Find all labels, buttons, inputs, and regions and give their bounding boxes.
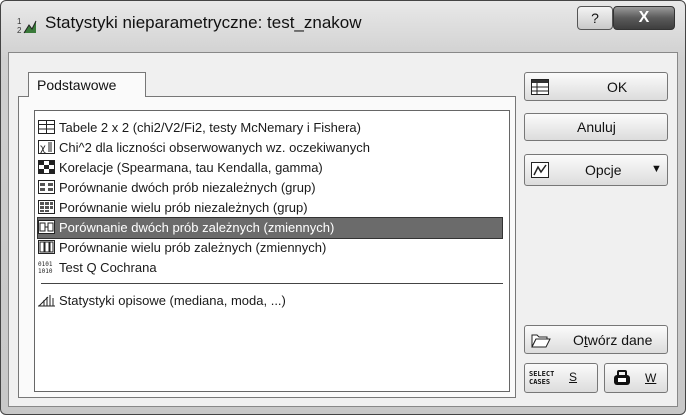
cancel-label: Anuluj [577,119,616,135]
select-cases-icon: SELECT CASES [529,370,555,386]
list-item[interactable]: Korelacje (Spearmana, tau Kendalla, gamm… [38,158,502,178]
weight-icon [614,370,630,385]
ok-label: OK [607,79,628,95]
list-separator [41,283,503,284]
svg-text:2: 2 [17,26,22,35]
svg-text:1010: 1010 [38,268,53,274]
weights-label: W [645,371,657,385]
open-data-button[interactable]: Otwórz dane [524,325,668,354]
tab-podstawowe[interactable]: Podstawowe [28,72,146,97]
cochran-q-icon: 01011010 [38,261,53,274]
close-button[interactable]: X [613,6,675,30]
open-data-label: Otwórz dane [573,332,653,348]
two-independent-samples-icon [38,180,55,194]
select-cases-button[interactable]: SELECT CASES S [524,363,598,393]
table-2x2-icon [38,120,55,134]
list-item-label: Korelacje (Spearmana, tau Kendalla, gamm… [59,160,323,175]
svg-text:1: 1 [17,17,22,26]
folder-open-icon [531,334,551,348]
list-item[interactable]: χ Chi^2 dla liczności obserwowanych wz. o… [38,138,502,158]
list-item-label: Chi^2 dla liczności obserwowanych wz. oc… [59,140,371,155]
help-button[interactable]: ? [577,6,613,30]
chi-square-icon: χ [38,140,55,154]
weights-button[interactable]: W [604,363,668,393]
list-item[interactable]: Porównanie wielu prób zależnych (zmienny… [38,238,502,258]
chevron-down-icon: ▼ [651,163,662,175]
two-dependent-samples-icon [38,220,55,234]
list-item[interactable]: Statystyki opisowe (mediana, moda, ...) [38,291,502,311]
options-button[interactable]: Opcje ▼ [524,154,668,186]
window-title: Statystyki nieparametryczne: test_znakow [45,13,362,32]
ok-button[interactable]: OK [524,72,668,101]
list-item-label: Porównanie wielu prób zależnych (zmienny… [59,240,327,255]
list-item-label: Porównanie wielu prób niezależnych (grup… [59,200,308,215]
svg-text:0101: 0101 [38,261,53,268]
spreadsheet-icon [531,79,549,95]
list-item-label: Test Q Cochrana [59,260,157,275]
list-item-selected[interactable]: Porównanie dwóch prób zależnych (zmienny… [37,217,503,239]
descriptive-stats-icon [38,295,55,307]
list-item[interactable]: 0101 1010 Test Q Cochrana [38,258,502,278]
list-item[interactable]: Tabele 2 x 2 (chi2/V2/Fi2, testy McNemar… [38,118,502,138]
analysis-list[interactable]: Tabele 2 x 2 (chi2/V2/Fi2, testy McNemar… [34,110,510,392]
options-icon [531,162,549,178]
list-item-label: Porównanie dwóch prób niezależnych (grup… [59,180,316,195]
list-item-label: Statystyki opisowe (mediana, moda, ...) [59,293,286,308]
list-item-label: Porównanie dwóch prób zależnych (zmienny… [59,220,335,235]
select-cases-label: S [569,370,578,384]
cancel-button[interactable]: Anuluj [524,113,668,141]
svg-text:χ: χ [40,143,46,154]
many-independent-samples-icon [38,200,55,214]
title-bar: 1 2 Statystyki nieparametryczne: test_zn… [1,1,685,47]
correlation-icon [38,160,55,174]
list-item[interactable]: Porównanie wielu prób niezależnych (grup… [38,198,502,218]
many-dependent-samples-icon [38,240,55,254]
list-item[interactable]: Porównanie dwóch prób niezależnych (grup… [38,178,502,198]
app-icon: 1 2 [17,17,37,35]
list-item-label: Tabele 2 x 2 (chi2/V2/Fi2, testy McNemar… [59,120,361,135]
options-label: Opcje [585,162,622,178]
